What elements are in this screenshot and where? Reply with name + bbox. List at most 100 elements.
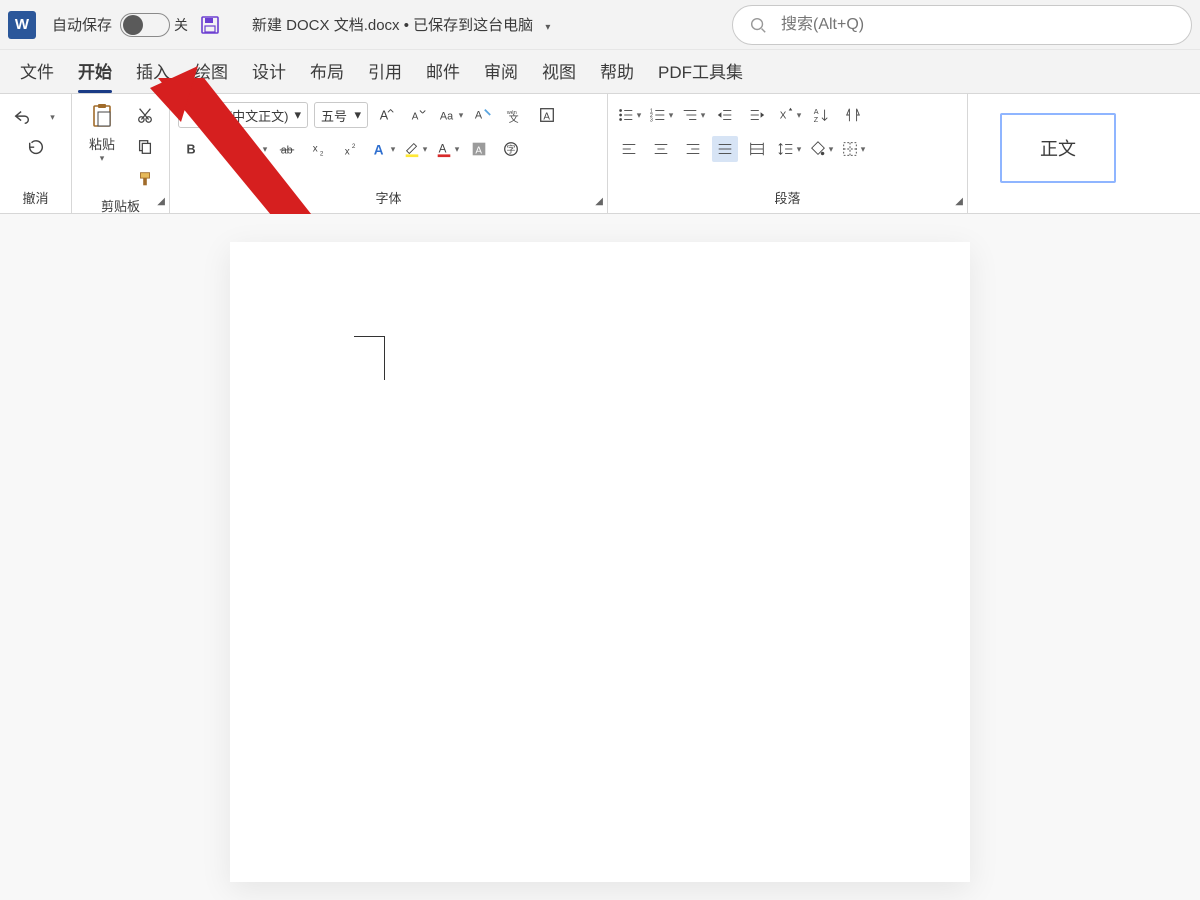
group-paragraph-label: 段落: [616, 184, 959, 213]
search-box[interactable]: [732, 5, 1192, 45]
shading-button[interactable]: ▾: [808, 136, 834, 162]
underline-button[interactable]: U▾: [242, 136, 268, 162]
svg-text:B: B: [187, 143, 196, 157]
svg-text:A: A: [543, 112, 550, 123]
document-title-text: 新建 DOCX 文档.docx • 已保存到这台电脑: [252, 17, 533, 34]
group-font: 线 (中文正文) ▾ 五号 ▾ A A Aa▾ A wén文 A B I U▾ …: [170, 94, 608, 213]
search-input[interactable]: [779, 15, 1175, 35]
show-marks-button[interactable]: [840, 102, 866, 128]
app-icon-letter: W: [15, 16, 29, 33]
asian-layout-button[interactable]: X▾: [776, 102, 802, 128]
tab-layout[interactable]: 布局: [298, 50, 356, 93]
chevron-down-icon: ▾: [545, 22, 550, 33]
increase-indent-button[interactable]: [744, 102, 770, 128]
distributed-button[interactable]: [744, 136, 770, 162]
undo-button[interactable]: [9, 104, 35, 130]
tab-pdf-tools[interactable]: PDF工具集: [646, 50, 755, 93]
paste-label: 粘贴: [89, 134, 115, 153]
svg-text:文: 文: [509, 112, 519, 124]
highlight-color-button[interactable]: ▾: [402, 136, 428, 162]
tab-review[interactable]: 审阅: [472, 50, 530, 93]
superscript-button[interactable]: x2: [338, 136, 364, 162]
undo-dropdown[interactable]: ▾: [41, 106, 63, 128]
group-paragraph: ▾ 123▾ ▾ X▾ AZ ▾ ▾ ▾ 段落 ◢: [608, 94, 968, 213]
chevron-down-icon: ▾: [294, 107, 301, 123]
toggle-knob: [123, 15, 143, 35]
tab-view[interactable]: 视图: [530, 50, 588, 93]
save-icon[interactable]: [200, 15, 220, 35]
align-justify-button[interactable]: [712, 136, 738, 162]
strikethrough-button[interactable]: ab: [274, 136, 300, 162]
svg-text:X: X: [779, 111, 786, 122]
subscript-button[interactable]: x2: [306, 136, 332, 162]
search-icon: [749, 16, 767, 34]
tab-help[interactable]: 帮助: [588, 50, 646, 93]
svg-text:A: A: [475, 146, 482, 157]
tab-mail[interactable]: 邮件: [414, 50, 472, 93]
tab-draw[interactable]: 绘图: [182, 50, 240, 93]
font-size-combo[interactable]: 五号 ▾: [314, 102, 368, 128]
text-cursor: [354, 336, 384, 380]
align-left-button[interactable]: [616, 136, 642, 162]
grow-font-button[interactable]: A: [374, 102, 400, 128]
tab-home[interactable]: 开始: [66, 50, 124, 93]
change-case-button[interactable]: Aa▾: [438, 102, 464, 128]
group-undo-label: 撤消: [8, 184, 63, 213]
format-painter-button[interactable]: [132, 166, 158, 192]
autosave-toggle[interactable]: [120, 13, 170, 37]
multilevel-list-button[interactable]: ▾: [680, 102, 706, 128]
ribbon: ▾ 撤消 粘贴 ▾: [0, 94, 1200, 214]
font-size-value: 五号: [321, 106, 347, 125]
tab-file[interactable]: 文件: [8, 50, 66, 93]
svg-text:字: 字: [507, 144, 516, 155]
character-border-button[interactable]: A: [534, 102, 560, 128]
borders-button[interactable]: ▾: [840, 136, 866, 162]
page[interactable]: [230, 242, 970, 882]
align-right-button[interactable]: [680, 136, 706, 162]
sort-button[interactable]: AZ: [808, 102, 834, 128]
bold-button[interactable]: B: [178, 136, 204, 162]
svg-text:Aa: Aa: [440, 111, 453, 123]
svg-text:x: x: [345, 146, 350, 157]
decrease-indent-button[interactable]: [712, 102, 738, 128]
paste-button[interactable]: 粘贴 ▾: [80, 102, 124, 164]
style-normal[interactable]: 正文: [1000, 113, 1116, 183]
svg-text:A: A: [380, 109, 389, 123]
align-center-button[interactable]: [648, 136, 674, 162]
font-name-value: 线 (中文正文): [211, 106, 288, 125]
ribbon-tabs: 文件 开始 插入 绘图 设计 布局 引用 邮件 审阅 视图 帮助 PDF工具集: [0, 50, 1200, 94]
tab-references[interactable]: 引用: [356, 50, 414, 93]
copy-button[interactable]: [132, 134, 158, 160]
font-dialog-launcher[interactable]: ◢: [595, 196, 603, 207]
svg-text:2: 2: [352, 143, 356, 150]
font-color-button[interactable]: A▾: [434, 136, 460, 162]
clear-formatting-button[interactable]: A: [470, 102, 496, 128]
text-effects-button[interactable]: A▾: [370, 136, 396, 162]
clipboard-dialog-launcher[interactable]: ◢: [157, 196, 165, 207]
svg-text:U: U: [247, 143, 255, 156]
enclose-characters-button[interactable]: 字: [498, 136, 524, 162]
group-undo: ▾ 撤消: [0, 94, 72, 213]
tab-insert[interactable]: 插入: [124, 50, 182, 93]
phonetic-guide-button[interactable]: wén文: [502, 102, 528, 128]
tab-design[interactable]: 设计: [240, 50, 298, 93]
line-spacing-button[interactable]: ▾: [776, 136, 802, 162]
document-title[interactable]: 新建 DOCX 文档.docx • 已保存到这台电脑 ▾: [252, 14, 550, 35]
cut-button[interactable]: [132, 102, 158, 128]
numbering-button[interactable]: 123▾: [648, 102, 674, 128]
svg-text:I: I: [219, 143, 223, 157]
svg-text:3: 3: [650, 117, 653, 123]
titlebar: W 自动保存 关 新建 DOCX 文档.docx • 已保存到这台电脑 ▾: [0, 0, 1200, 50]
shrink-font-button[interactable]: A: [406, 102, 432, 128]
italic-button[interactable]: I: [210, 136, 236, 162]
svg-text:x: x: [313, 144, 318, 155]
redo-button[interactable]: [23, 136, 49, 162]
character-shading-button[interactable]: A: [466, 136, 492, 162]
font-name-combo[interactable]: 线 (中文正文) ▾: [178, 102, 308, 128]
bullets-button[interactable]: ▾: [616, 102, 642, 128]
style-normal-label: 正文: [1040, 135, 1076, 161]
paragraph-dialog-launcher[interactable]: ◢: [955, 196, 963, 207]
group-clipboard: 粘贴 ▾ 剪贴板 ◢: [72, 94, 170, 213]
word-app-icon: W: [8, 11, 36, 39]
autosave-label: 自动保存: [52, 14, 112, 35]
